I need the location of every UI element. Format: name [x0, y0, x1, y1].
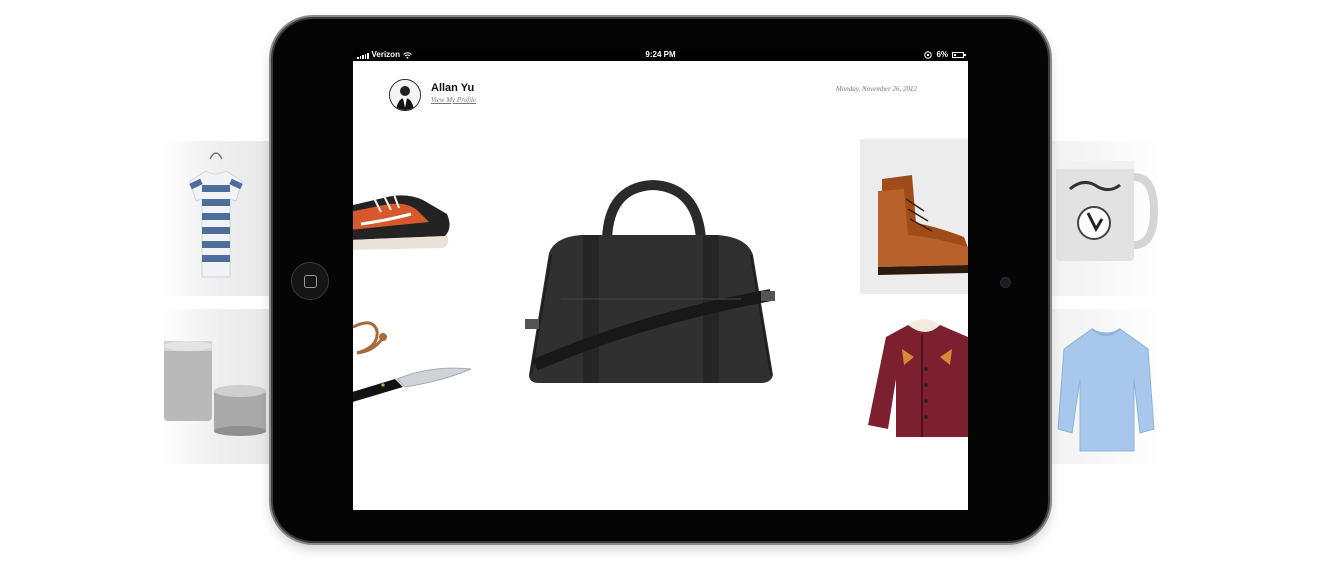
- product-duffel-bag[interactable]: [521, 169, 781, 389]
- home-square-icon: [304, 275, 317, 288]
- date-label: Monday, November 26, 2012: [835, 85, 917, 93]
- product-boots[interactable]: [860, 139, 968, 294]
- product-jacket[interactable]: [860, 309, 968, 449]
- striped-tshirt-image: [189, 152, 243, 278]
- tablet-device: Verizon 9:24 PM 6% Allan Yu View My Prof…: [273, 19, 1048, 541]
- canisters-image: [164, 341, 266, 436]
- tablet-screen: Verizon 9:24 PM 6% Allan Yu View My Prof…: [353, 49, 968, 510]
- duffel-bag-image: [525, 179, 775, 383]
- product-card-canisters[interactable]: [160, 309, 272, 464]
- view-profile-link[interactable]: View My Profile: [431, 96, 476, 104]
- stussy-mug-image: [1056, 161, 1159, 261]
- product-card-striped-tshirt[interactable]: [160, 141, 272, 296]
- sneakers-image: [353, 191, 450, 250]
- home-button[interactable]: [291, 262, 329, 300]
- status-bar: Verizon 9:24 PM 6%: [353, 49, 968, 61]
- avatar-image: [390, 80, 420, 110]
- front-camera: [1000, 277, 1011, 288]
- product-sneakers[interactable]: [353, 184, 457, 264]
- status-time: 9:24 PM: [645, 50, 676, 59]
- knife-image: [353, 321, 472, 402]
- blue-sweater-image: [1057, 328, 1155, 452]
- product-card-blue-sweater[interactable]: [1050, 309, 1160, 464]
- product-card-stussy-mug[interactable]: [1050, 141, 1160, 296]
- rotation-lock-icon: [924, 51, 933, 59]
- avatar[interactable]: [389, 79, 421, 111]
- boots-image: [878, 175, 968, 275]
- product-knife[interactable]: [353, 307, 473, 407]
- profile-name[interactable]: Allan Yu: [431, 82, 474, 94]
- battery-percent: 6%: [936, 50, 948, 59]
- battery-icon: [952, 52, 966, 58]
- jacket-image: [868, 319, 968, 437]
